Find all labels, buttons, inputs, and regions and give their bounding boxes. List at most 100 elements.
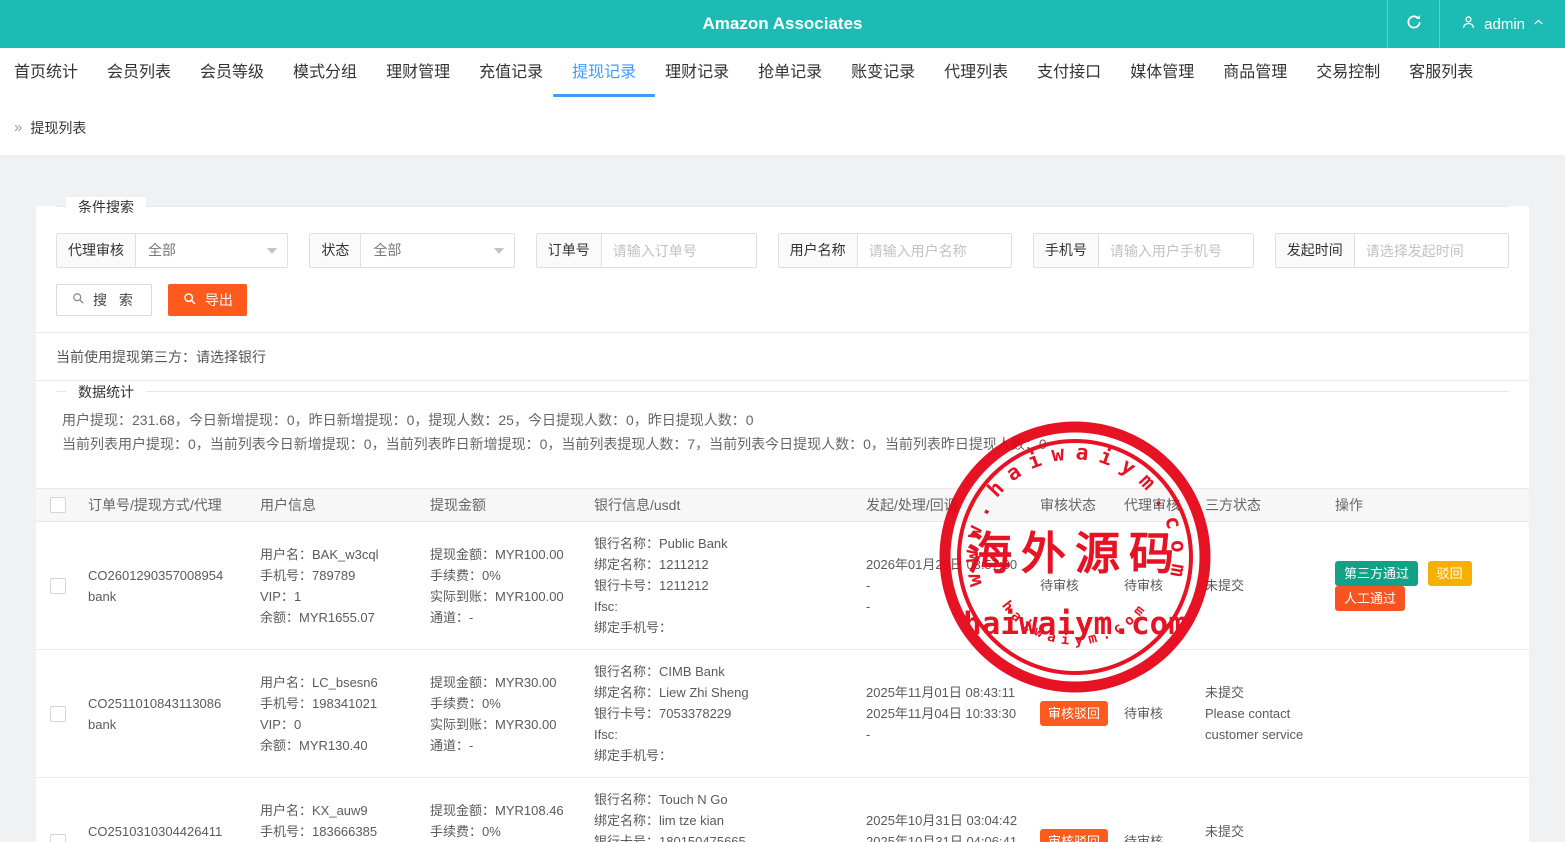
tab-mode-group[interactable]: 模式分组 bbox=[293, 48, 357, 100]
search-actions: 搜 索 导出 bbox=[56, 284, 1529, 316]
tab-trade-control[interactable]: 交易控制 bbox=[1316, 48, 1380, 100]
col-user: 用户信息 bbox=[260, 495, 430, 515]
chevron-down-icon bbox=[267, 248, 277, 254]
withdraw-list-card: 条件搜索 代理审核 全部 状态 全部 订单号 bbox=[36, 206, 1529, 842]
col-agent: 代理审核 bbox=[1124, 495, 1205, 515]
col-time: 发起/处理/回调 bbox=[866, 495, 1040, 515]
col-amount: 提现金额 bbox=[430, 495, 594, 515]
table-row: CO2510310304426411bank 用户名：KX_auw9手机号：18… bbox=[36, 778, 1529, 842]
user-menu[interactable]: admin bbox=[1439, 0, 1565, 48]
audit-status-cell: 审核驳回 bbox=[1040, 829, 1124, 842]
search-fieldset: 条件搜索 代理审核 全部 状态 全部 订单号 bbox=[56, 206, 1509, 268]
phone-label: 手机号 bbox=[1034, 234, 1099, 267]
col-order: 订单号/提现方式/代理 bbox=[88, 495, 260, 515]
order-no-label: 订单号 bbox=[537, 234, 602, 267]
third-status-cell: 未提交Please contact customer service bbox=[1205, 682, 1335, 745]
table-row: CO2601290357008954bank 用户名：BAK_w3cql手机号：… bbox=[36, 522, 1529, 650]
table-row: CO2511010843113086bank 用户名：LC_bsesn6手机号：… bbox=[36, 650, 1529, 778]
user-cell: 用户名：LC_bsesn6手机号：198341021 VIP：0余额：MYR13… bbox=[260, 672, 430, 756]
status-label: 状态 bbox=[310, 234, 361, 267]
amount-cell: 提现金额：MYR100.00手续费：0% 实际到账：MYR100.00通道：- bbox=[430, 544, 594, 628]
audit-rejected-badge: 审核驳回 bbox=[1040, 701, 1108, 726]
third-status-cell: 未提交Contact CS bbox=[1205, 821, 1335, 842]
chevron-up-icon bbox=[1532, 16, 1545, 33]
username-label: 用户名称 bbox=[779, 234, 858, 267]
page-title: 提现列表 bbox=[30, 118, 86, 138]
agent-audit-select[interactable]: 全部 bbox=[136, 234, 287, 267]
order-cell: CO2510310304426411bank bbox=[88, 821, 260, 842]
agent-audit-filter: 代理审核 全部 bbox=[56, 233, 288, 268]
export-search-icon bbox=[182, 291, 198, 310]
status-filter: 状态 全部 bbox=[309, 233, 514, 268]
time-cell: 2025年11月01日 08:43:112025年11月04日 10:33:30… bbox=[866, 682, 1040, 745]
row-checkbox[interactable] bbox=[50, 578, 66, 594]
third-status-cell: 未提交 bbox=[1205, 575, 1335, 596]
search-legend: 条件搜索 bbox=[66, 197, 146, 217]
export-button[interactable]: 导出 bbox=[168, 284, 247, 316]
chevron-down-icon bbox=[494, 248, 504, 254]
third-party-pass-button[interactable]: 第三方通过 bbox=[1335, 561, 1418, 586]
tab-cs-list[interactable]: 客服列表 bbox=[1409, 48, 1473, 100]
row-checkbox[interactable] bbox=[50, 706, 66, 722]
user-name: admin bbox=[1484, 16, 1525, 33]
order-cell: CO2601290357008954bank bbox=[88, 565, 260, 607]
top-bar: Amazon Associates admin bbox=[0, 0, 1565, 48]
audit-status-cell: 待审核 bbox=[1040, 575, 1124, 596]
phone-input[interactable] bbox=[1099, 234, 1254, 267]
tab-goods-manage[interactable]: 商品管理 bbox=[1223, 48, 1287, 100]
stats-line-2: 当前列表用户提现：0，当前列表今日新增提现：0，当前列表昨日新增提现：0，当前列… bbox=[62, 432, 1503, 456]
third-party-notice: 当前使用提现第三方：请选择银行 bbox=[36, 332, 1529, 381]
time-cell: 2025年10月31日 03:04:422025年10月31日 04:06:41… bbox=[866, 810, 1040, 842]
col-actions: 操作 bbox=[1335, 495, 1529, 515]
user-cell: 用户名：KX_auw9手机号：183666385 VIP：0余额：MYR108.… bbox=[260, 800, 430, 842]
username-input[interactable] bbox=[858, 234, 1012, 267]
tab-grab-record[interactable]: 抢单记录 bbox=[758, 48, 822, 100]
stats-fieldset: 数据统计 用户提现：231.68，今日新增提现：0，昨日新增提现：0，提现人数：… bbox=[56, 391, 1509, 460]
select-all-checkbox[interactable] bbox=[50, 497, 66, 513]
bank-cell: 银行名称：Public Bank绑定名称：1211212 银行卡号：121121… bbox=[594, 533, 866, 638]
start-time-filter: 发起时间 bbox=[1275, 233, 1509, 268]
tab-home-stats[interactable]: 首页统计 bbox=[14, 48, 78, 100]
actions-cell: 第三方通过 驳回 人工通过 bbox=[1335, 561, 1529, 611]
manual-pass-button[interactable]: 人工通过 bbox=[1335, 586, 1405, 611]
breadcrumb: » 提现列表 bbox=[0, 100, 1565, 155]
tab-recharge-record[interactable]: 充值记录 bbox=[479, 48, 543, 100]
order-no-filter: 订单号 bbox=[536, 233, 757, 268]
tab-balance-record[interactable]: 账变记录 bbox=[851, 48, 915, 100]
user-cell: 用户名：BAK_w3cql手机号：789789 VIP：1余额：MYR1655.… bbox=[260, 544, 430, 628]
col-bank: 银行信息/usdt bbox=[594, 495, 866, 515]
tab-finance-manage[interactable]: 理财管理 bbox=[386, 48, 450, 100]
tab-agent-list[interactable]: 代理列表 bbox=[944, 48, 1008, 100]
agent-audit-label: 代理审核 bbox=[57, 234, 136, 267]
tab-member-level[interactable]: 会员等级 bbox=[200, 48, 264, 100]
stats-line-1: 用户提现：231.68，今日新增提现：0，昨日新增提现：0，提现人数：25，今日… bbox=[62, 408, 1503, 432]
agent-audit-cell: 待审核 bbox=[1124, 703, 1205, 724]
start-time-input[interactable] bbox=[1355, 234, 1509, 267]
tab-member-list[interactable]: 会员列表 bbox=[107, 48, 171, 100]
status-select[interactable]: 全部 bbox=[361, 234, 513, 267]
tab-media-manage[interactable]: 媒体管理 bbox=[1130, 48, 1194, 100]
table-header: 订单号/提现方式/代理 用户信息 提现金额 银行信息/usdt 发起/处理/回调… bbox=[36, 488, 1529, 522]
stats-legend: 数据统计 bbox=[66, 382, 146, 402]
tab-finance-record[interactable]: 理财记录 bbox=[665, 48, 729, 100]
withdraw-table: 订单号/提现方式/代理 用户信息 提现金额 银行信息/usdt 发起/处理/回调… bbox=[36, 488, 1529, 842]
refresh-button[interactable] bbox=[1387, 0, 1439, 48]
reject-button[interactable]: 驳回 bbox=[1428, 561, 1472, 586]
content-area: 条件搜索 代理审核 全部 状态 全部 订单号 bbox=[0, 155, 1565, 842]
start-time-label: 发起时间 bbox=[1276, 234, 1355, 267]
search-button[interactable]: 搜 索 bbox=[56, 284, 152, 316]
agent-audit-cell: 待审核 bbox=[1124, 575, 1205, 596]
row-checkbox[interactable] bbox=[50, 834, 66, 842]
refresh-icon bbox=[1405, 13, 1423, 36]
audit-rejected-badge: 审核驳回 bbox=[1040, 829, 1108, 842]
bank-cell: 银行名称：Touch N Go绑定名称：lim tze kian 银行卡号：18… bbox=[594, 789, 866, 842]
breadcrumb-arrows-icon: » bbox=[14, 119, 22, 136]
tab-withdraw-record[interactable]: 提现记录 bbox=[572, 48, 636, 100]
stats-block: 用户提现：231.68，今日新增提现：0，昨日新增提现：0，提现人数：25，今日… bbox=[56, 392, 1509, 460]
order-cell: CO2511010843113086bank bbox=[88, 693, 260, 735]
tab-pay-interface[interactable]: 支付接口 bbox=[1037, 48, 1101, 100]
phone-filter: 手机号 bbox=[1033, 233, 1254, 268]
order-no-input[interactable] bbox=[602, 234, 757, 267]
app-title: Amazon Associates bbox=[0, 0, 1565, 48]
main-nav: 首页统计 会员列表 会员等级 模式分组 理财管理 充值记录 提现记录 理财记录 … bbox=[0, 48, 1565, 100]
